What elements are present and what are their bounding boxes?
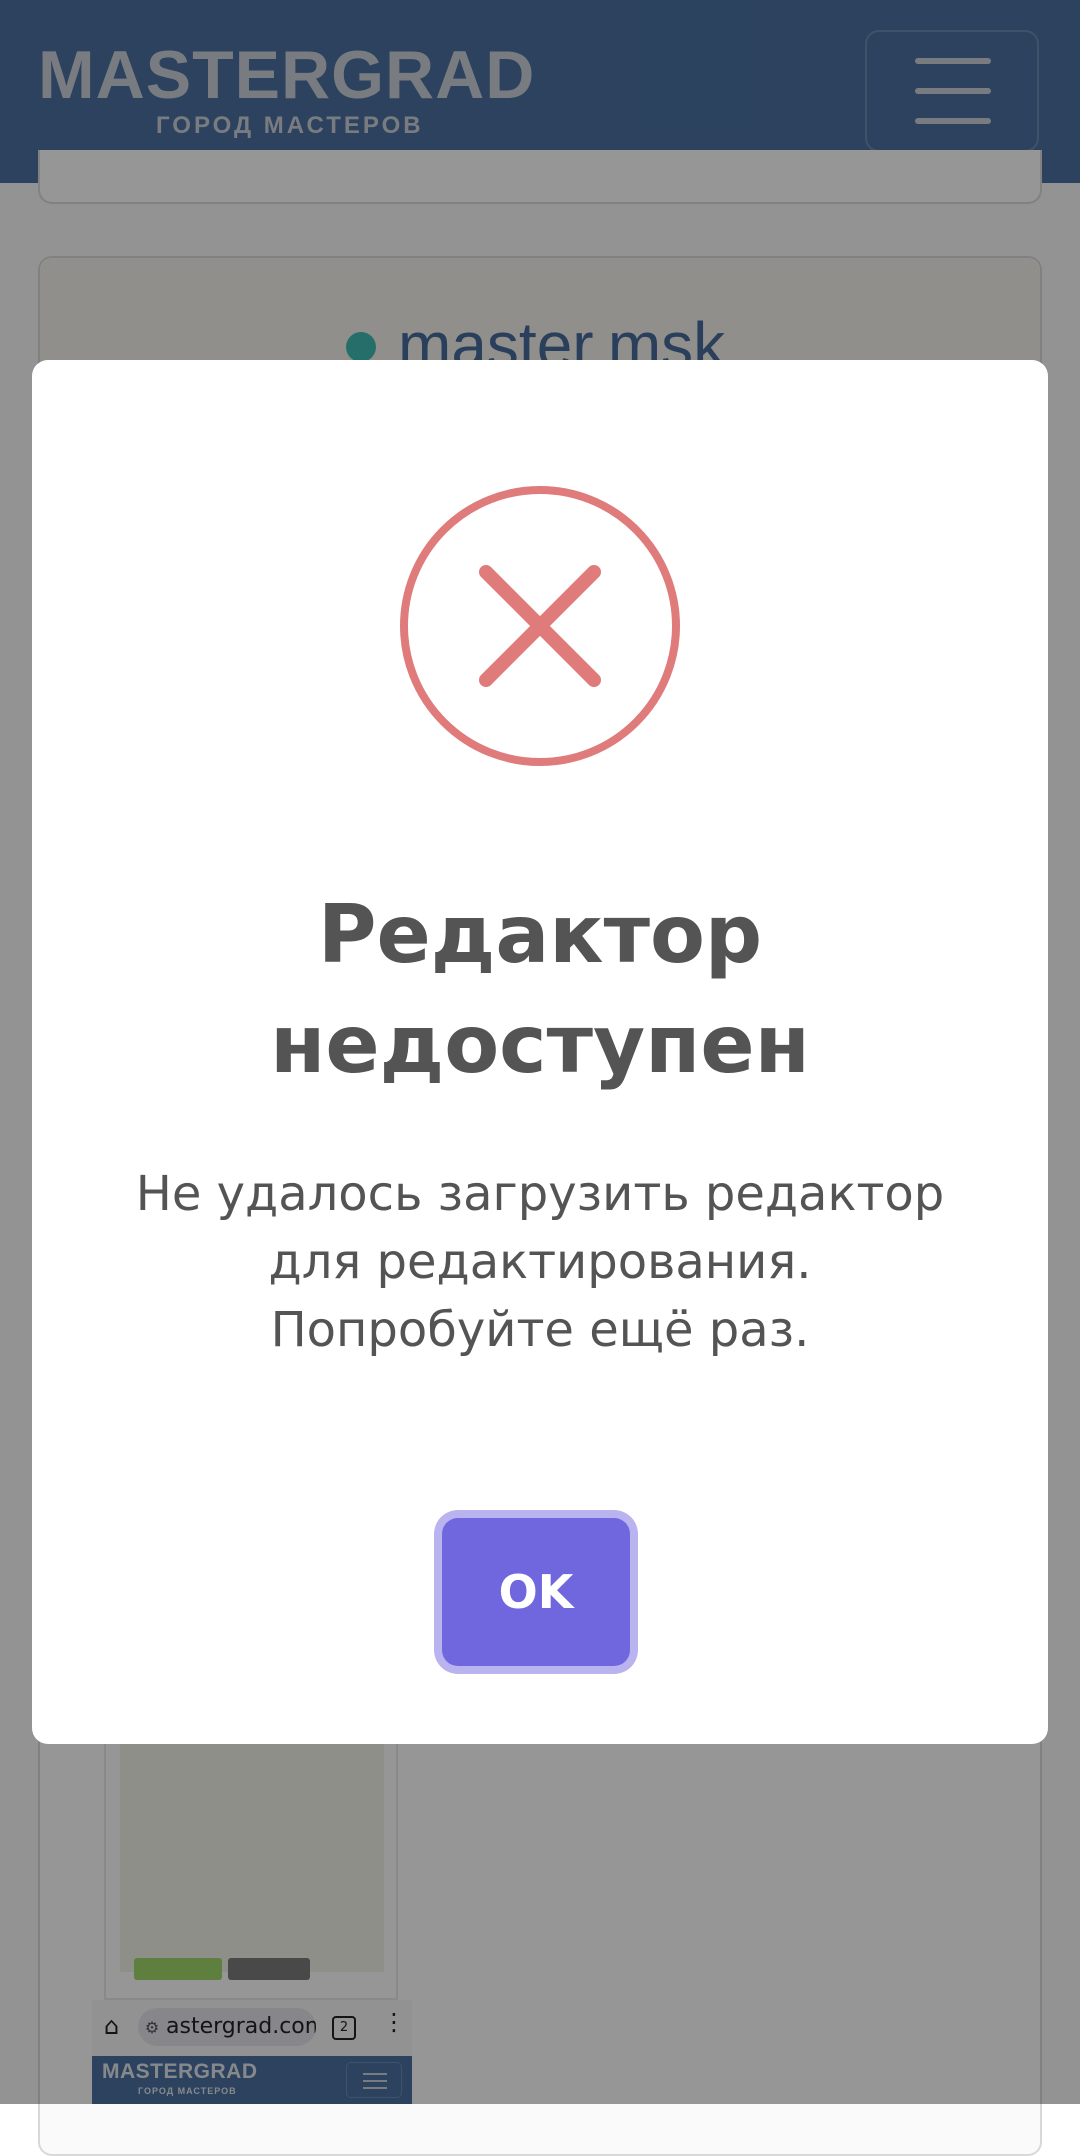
error-x-icon — [400, 486, 680, 766]
dialog-title: Редактор недоступен — [270, 888, 810, 1091]
dialog-message: Не удалось загрузить редактор для редакт… — [135, 1166, 945, 1358]
ok-button[interactable]: OK — [442, 1518, 630, 1666]
error-dialog: Редактор недоступен Не удалось загрузить… — [32, 360, 1048, 1744]
